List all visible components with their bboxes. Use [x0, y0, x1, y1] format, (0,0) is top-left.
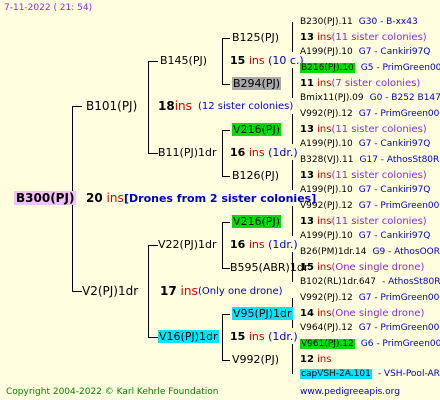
- gen3-mating-g: 14 ins(One single drone): [300, 308, 425, 319]
- gen3-queen-d[interactable]: B126(PJ): [232, 169, 279, 183]
- gen4-row[interactable]: V964(PJ).12 G7 - PrimGreen00: [300, 322, 439, 334]
- gen2-mating-a: 15 ins (10 c.): [230, 54, 304, 67]
- gen4-row[interactable]: A199(PJ).10 G7 - Cankiri97Q: [300, 230, 430, 242]
- gen4-extra: G9 - AthosOOR: [372, 247, 440, 257]
- gen4-label: B230(PJ).11: [300, 17, 353, 27]
- date-stamp: 7-11-2022 ( 21: 54): [4, 3, 93, 13]
- gen4-row[interactable]: A199(PJ).10 G7 - Cankiri97Q: [300, 138, 430, 150]
- gen4-row[interactable]: A199(PJ).10 G7 - Cankiri97Q: [300, 184, 430, 196]
- gen3-mating-d: 13 ins(11 sister colonies): [300, 170, 427, 181]
- gen4-extra: G5 - PrimGreen00: [360, 63, 440, 73]
- gen4-extra: G7 - Cankiri97Q: [358, 47, 431, 57]
- gen4-label: capVSH-2A.101: [300, 369, 372, 379]
- gen4-extra: G7 - PrimGreen00: [358, 201, 440, 211]
- gen4-label: Bmix11(PJ).09: [300, 93, 364, 103]
- gen4-extra: G7 - PrimGreen00: [358, 293, 440, 303]
- gen4-extra: G7 - PrimGreen00: [358, 323, 440, 333]
- gen4-extra: - VSH-Pool-AR: [377, 369, 440, 379]
- gen2-mating-b: 16 ins (1dr.): [230, 146, 298, 159]
- gen4-extra: - AthosSt80R: [382, 277, 440, 287]
- gen4-label: B102(RL)1dr.647: [300, 277, 376, 287]
- gen4-row[interactable]: V992(PJ).12 G7 - PrimGreen00: [300, 108, 439, 120]
- gen4-extra: G6 - PrimGreen00: [360, 339, 440, 349]
- gen4-label: B328(VJ).11: [300, 155, 354, 165]
- gen4-row[interactable]: B230(PJ).11 G30 - B-xx43: [300, 16, 418, 28]
- gen2-queen-c[interactable]: V22(PJ)1dr: [158, 238, 217, 252]
- gen4-row[interactable]: B328(VJ).11 G17 - AthosSt80R: [300, 154, 439, 166]
- gen3-mating-c: 13 ins(11 sister colonies): [300, 124, 427, 135]
- gen4-row[interactable]: B26(PM)1dr.14 G9 - AthosOOR: [300, 246, 440, 258]
- gen3-queen-g[interactable]: V95(PJ)1dr: [232, 307, 293, 321]
- gen4-row[interactable]: B216(PJ).10 G5 - PrimGreen00: [300, 62, 440, 74]
- root-queen[interactable]: B300(PJ): [14, 191, 77, 206]
- gen4-extra: G7 - PrimGreen00: [358, 109, 440, 119]
- gen4-label: B216(PJ).10: [300, 63, 355, 73]
- root-mating: 20 ins: [86, 191, 124, 205]
- gen1-mating-a: 18ins: [158, 99, 192, 113]
- gen4-extra: G30 - B-xx43: [358, 17, 418, 27]
- gen4-label: B26(PM)1dr.14: [300, 247, 367, 257]
- gen4-label: V961(PJ).12: [300, 339, 355, 349]
- gen4-label: V964(PJ).12: [300, 323, 353, 333]
- gen4-row[interactable]: V992(PJ).12 G7 - PrimGreen00: [300, 292, 439, 304]
- gen4-row[interactable]: A199(PJ).10 G7 - Cankiri97Q: [300, 46, 430, 58]
- gen4-label: A199(PJ).10: [300, 139, 353, 149]
- gen4-label: A199(PJ).10: [300, 231, 353, 241]
- gen3-mating-f: 15 ins(One single drone): [300, 262, 425, 273]
- gen3-queen-b[interactable]: B294(PJ): [232, 77, 282, 91]
- gen3-queen-e[interactable]: V216(PJ): [232, 215, 281, 229]
- gen4-row[interactable]: V961(PJ).12 G6 - PrimGreen00: [300, 338, 440, 350]
- site-link[interactable]: www.pedigreeapis.org: [300, 386, 400, 398]
- gen4-extra: G17 - AthosSt80R: [359, 155, 440, 165]
- gen4-label: A199(PJ).10: [300, 185, 353, 195]
- gen3-mating-h: 12 ins: [300, 354, 332, 365]
- gen4-row[interactable]: Bmix11(PJ).09 G0 - B252 B147 B: [300, 92, 440, 104]
- gen2-mating-d: 15 ins (1dr.): [230, 330, 298, 343]
- gen1-queen-b[interactable]: V2(PJ)1dr: [82, 284, 138, 299]
- pedigree-chart: 7-11-2022 ( 21: 54) B300(PJ) 20 ins [Dro…: [0, 0, 440, 400]
- gen4-label: A199(PJ).10: [300, 47, 353, 57]
- gen3-queen-h[interactable]: V992(PJ): [232, 353, 279, 367]
- gen3-queen-c[interactable]: V216(PJ): [232, 123, 281, 137]
- gen3-mating-e: 13 ins(11 sister colonies): [300, 216, 427, 227]
- copyright: Copyright 2004-2022 © Karl Kehrle Founda…: [6, 387, 219, 397]
- gen4-extra: G7 - Cankiri97Q: [358, 139, 431, 149]
- gen4-row[interactable]: V992(PJ).12 G7 - PrimGreen00: [300, 200, 439, 212]
- gen1-mating-b: 17 ins: [160, 284, 198, 298]
- gen2-queen-b[interactable]: B11(PJ)1dr: [158, 146, 217, 160]
- gen3-mating-b: 11 ins(7 sister colonies): [300, 78, 421, 89]
- gen4-label: V992(PJ).12: [300, 201, 353, 211]
- gen2-queen-d[interactable]: V16(PJ)1dr: [158, 330, 219, 344]
- gen4-label: V992(PJ).12: [300, 109, 353, 119]
- gen4-label: V992(PJ).12: [300, 293, 353, 303]
- gen4-extra: G7 - Cankiri97Q: [358, 231, 431, 241]
- gen4-extra: G0 - B252 B147 B: [369, 93, 440, 103]
- gen3-mating-a: 13 ins(11 sister colonies): [300, 32, 427, 43]
- gen4-extra: G7 - Cankiri97Q: [358, 185, 431, 195]
- gen4-row[interactable]: B102(RL)1dr.647 - AthosSt80R: [300, 276, 440, 288]
- root-note: [Drones from 2 sister colonies]: [124, 192, 317, 206]
- gen3-queen-a[interactable]: B125(PJ): [232, 31, 279, 45]
- gen2-mating-c: 16 ins (1dr.): [230, 238, 298, 251]
- gen1-queen-a[interactable]: B101(PJ): [86, 99, 137, 114]
- gen4-row[interactable]: capVSH-2A.101 - VSH-Pool-AR: [300, 368, 440, 380]
- gen2-queen-a[interactable]: B145(PJ): [160, 54, 207, 68]
- gen3-queen-f[interactable]: B595(ABR)1dr: [230, 261, 308, 275]
- gen1-note-a: (12 sister colonies): [198, 101, 294, 112]
- gen1-note-b: (Only one drone): [198, 286, 283, 297]
